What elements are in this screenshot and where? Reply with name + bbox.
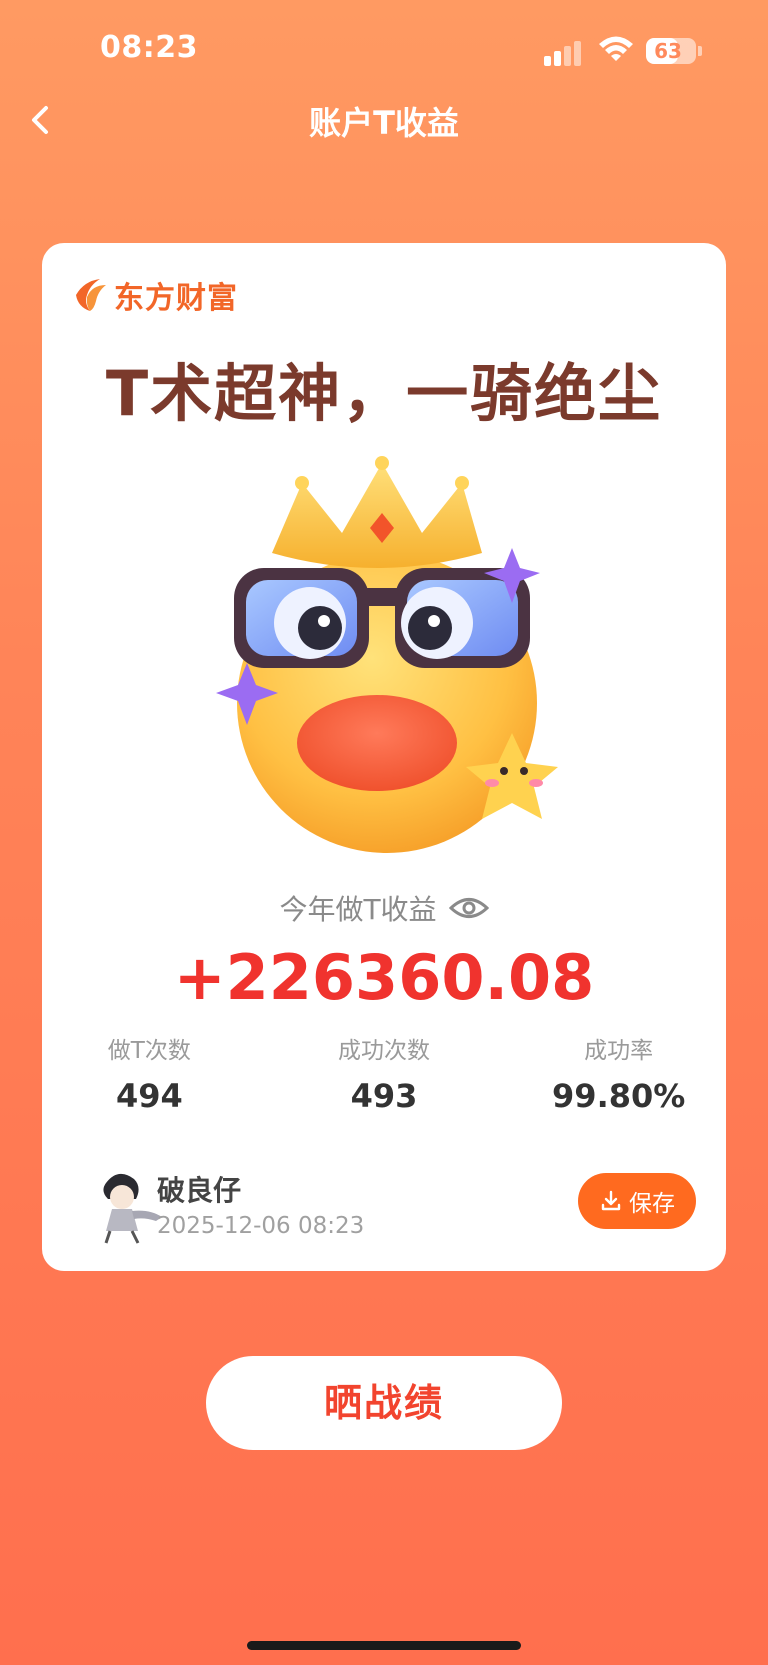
metric-value: 493 [350,1077,418,1115]
battery-tip [698,46,702,56]
stat-label: 今年做T收益 [279,893,437,926]
download-icon [601,1190,621,1211]
status-time: 08:23 [100,30,198,65]
home-indicator [247,1641,521,1650]
metric-value: 99.80% [552,1077,686,1115]
save-button[interactable]: 保存 [578,1173,696,1229]
brand: 东方财富 [70,273,238,317]
user-name: 破良仔 [157,1174,242,1207]
metric-label: 成功次数 [338,1038,430,1064]
profit-amount: +226360.08 [173,941,595,1014]
metric-label: 做T次数 [107,1038,191,1064]
profit-card: 东方财富 T术超神，一骑绝尘 今年做T收益 +226360.08 做T次数 49… [42,243,726,1271]
eye-icon[interactable] [448,895,489,921]
stat-label-row: 今年做T收益 [42,888,726,928]
nav-bar: 账户T收益 [0,90,768,150]
metric-trade-count: 做T次数 494 [42,1031,277,1115]
metric-label: 成功率 [584,1038,654,1064]
brand-name: 东方财富 [114,281,238,316]
brand-logo-icon [76,279,106,311]
status-bar: 08:23 63 [0,0,768,100]
battery-icon: 63 [646,38,696,64]
mascot-illustration [216,456,558,853]
metric-success-rate: 成功率 99.80% [491,1031,726,1115]
signal-icon [544,40,584,66]
wifi-icon [599,36,633,61]
page-title: 账户T收益 [309,104,459,142]
metrics-row: 做T次数 494 成功次数 493 成功率 99.80% [42,1031,726,1115]
avatar [103,1173,162,1244]
user-timestamp: 2025-12-06 08:23 [157,1213,365,1239]
battery-percent: 63 [654,39,682,63]
headline: T术超神，一骑绝尘 [105,357,663,430]
metric-success-count: 成功次数 493 [277,1031,492,1115]
save-label: 保存 [629,1191,675,1217]
metric-value: 494 [115,1077,183,1115]
share-results-button[interactable]: 晒战绩 [206,1356,562,1450]
